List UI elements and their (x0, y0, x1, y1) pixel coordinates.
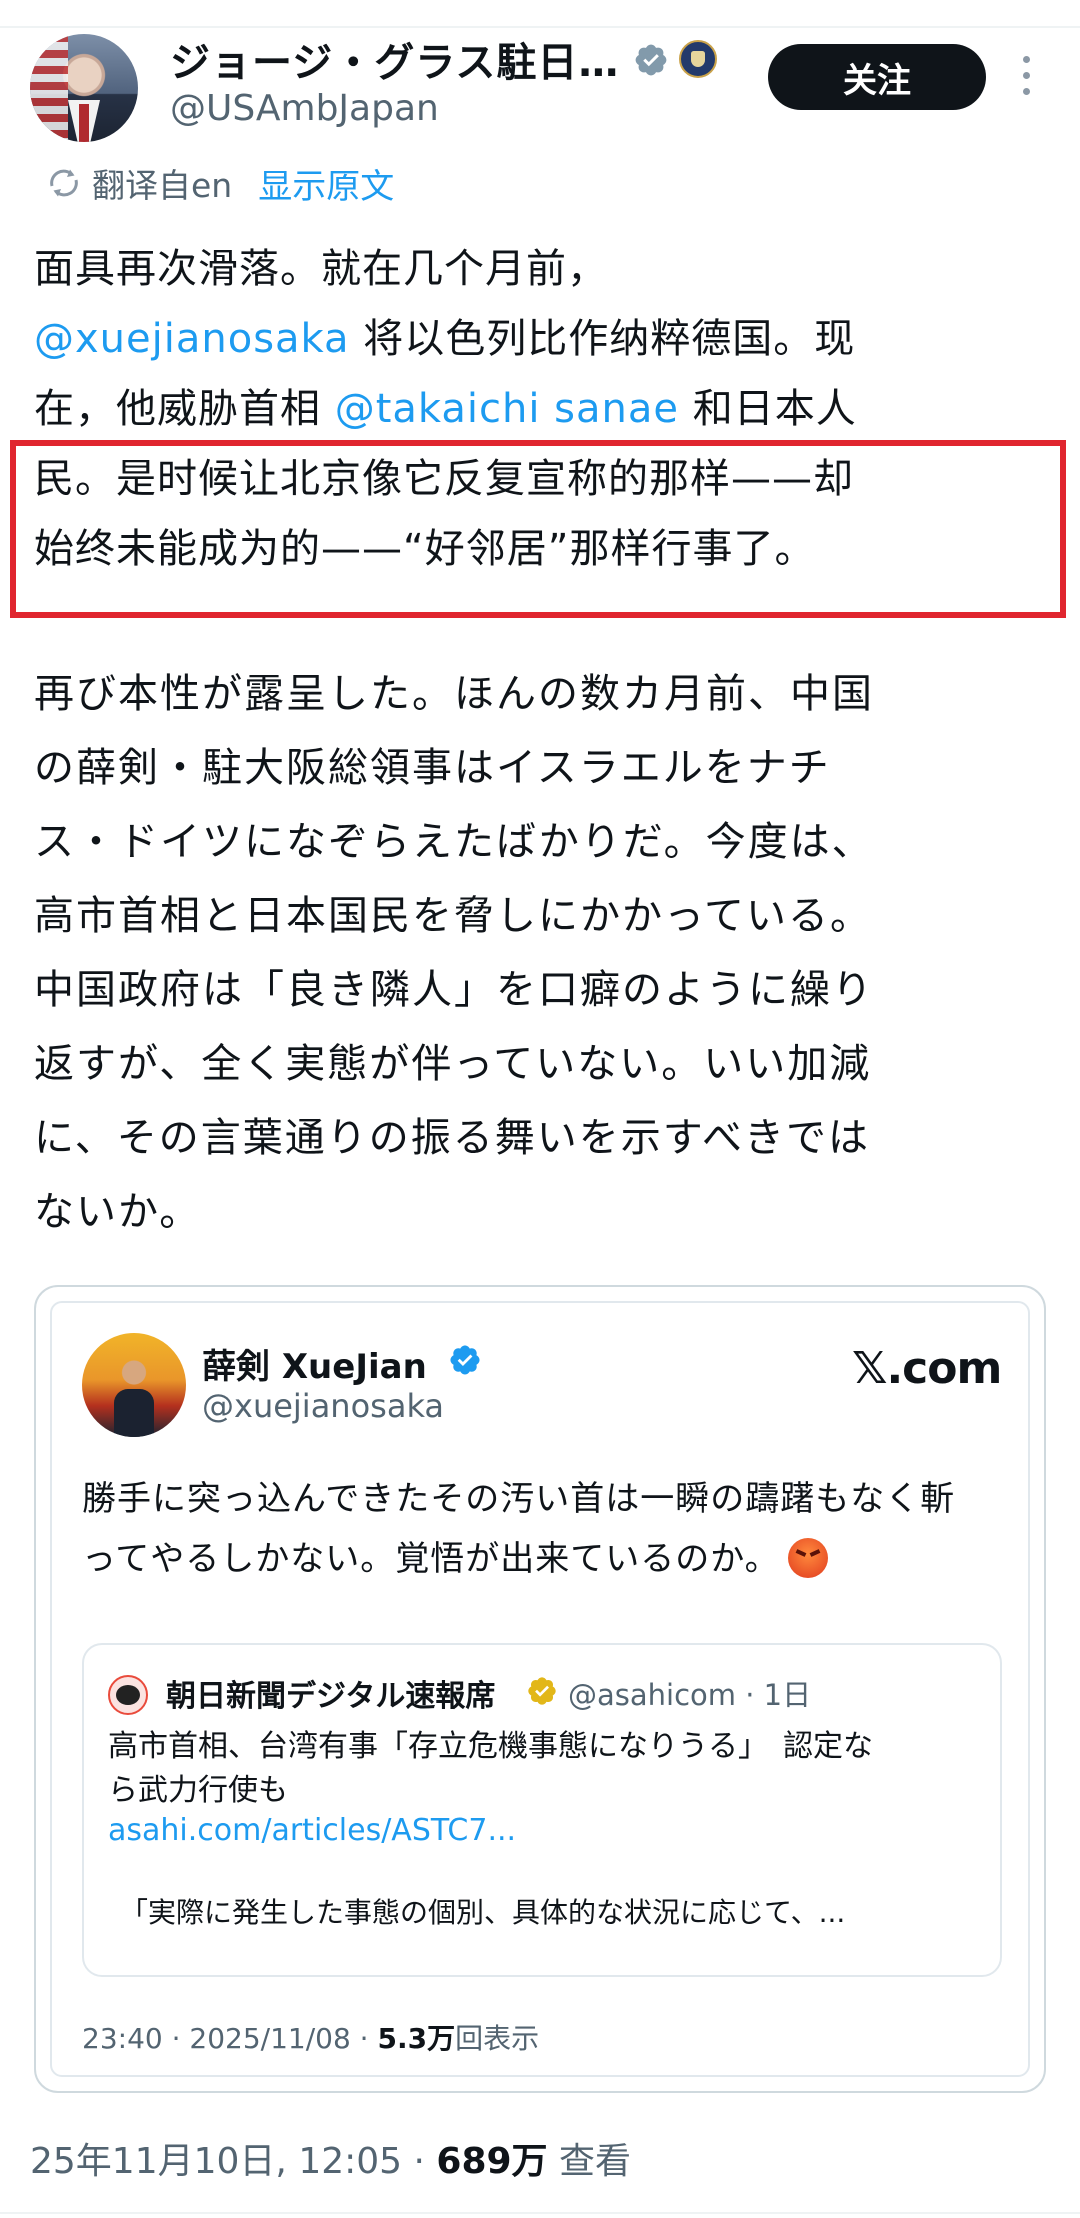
original-line: 返すが、全く実態が伴っていない。いい加減 (34, 1041, 872, 1087)
asahi-avatar (108, 1675, 148, 1715)
original-line: 中国政府は「良き隣人」を口癖のように繰り (34, 967, 874, 1013)
translated-from-label: 翻译自en (92, 166, 233, 205)
embedded-tweet-screenshot: 薛剣 XueJian @xuejianosaka 𝕏.com 勝手に突っ込んでき… (50, 1301, 1030, 2077)
embedded-image[interactable]: 薛剣 XueJian @xuejianosaka 𝕏.com 勝手に突っ込んでき… (34, 1285, 1046, 2093)
top-divider (0, 26, 1080, 28)
translate-icon (50, 169, 78, 197)
original-line: ス・ドイツになぞらえたばかりだ。今度は、 (34, 819, 874, 865)
tweet-line: 面具再次滑落。就在几个月前， (34, 246, 608, 292)
asahi-article-link: asahi.com/articles/ASTC7... (108, 1813, 517, 1848)
embedded-tweet-meta: 23:40 · 2025/11/08 · 5.3万回表示 (82, 2022, 540, 2055)
bottom-divider (0, 2212, 1080, 2214)
original-tweet-text: 再び本性が露呈した。ほんの数カ月前、中国 の薛剣・駐大阪総領事はイスラエルをナチ… (34, 657, 1044, 1249)
asahi-handle-time: @asahicom · 1日 (568, 1678, 812, 1712)
mention-takaichi-sanae[interactable]: @takaichi sanae (335, 386, 679, 432)
xuejian-text-line: 勝手に突っ込んできたその汚い首は一瞬の躊躇もなく斬 (82, 1479, 956, 1519)
tweet-timestamp[interactable]: 25年11月10日, 12:05 · (30, 2141, 436, 2182)
xuejian-tweet-text: 勝手に突っ込んできたその汚い首は一瞬の躊躇もなく斬 ってやるしかない。覚悟が出来… (82, 1469, 1012, 1589)
quoted-tweet: 朝日新聞デジタル速報席 @asahicom · 1日 高市首相、台湾有事「存立危… (82, 1643, 1002, 1977)
red-highlight-box (10, 440, 1066, 618)
translation-bar: 翻译自en 显示原文 (46, 159, 394, 208)
angry-face-emoji-icon (787, 1538, 828, 1578)
author-display-name[interactable]: ジョージ・グラス駐日… (170, 30, 619, 88)
asahi-name: 朝日新聞デジタル速報席 (166, 1679, 496, 1714)
tweet-line: @xuejianosaka 将以色列比作纳粹德国。现 (34, 316, 856, 362)
avatar-flag (30, 34, 68, 142)
tweet-timestamp-views: 25年11月10日, 12:05 · 689万 查看 (30, 2132, 631, 2184)
original-line: 再び本性が露呈した。ほんの数カ月前、中国 (34, 671, 874, 717)
asahi-headline-line: ら武力行使も (108, 1773, 288, 1808)
author-avatar[interactable] (30, 34, 138, 142)
asahi-headline: 高市首相、台湾有事「存立危機事態になりうる」 認定な ら武力行使も (108, 1725, 988, 1813)
tweet-line: 在，他威胁首相 @takaichi sanae 和日本人 (34, 386, 857, 432)
x-com-logo: 𝕏.com (852, 1343, 1002, 1394)
verified-badge-icon (450, 1345, 480, 1375)
follow-button[interactable]: 关注 (768, 44, 986, 110)
xuejian-handle: @xuejianosaka (202, 1387, 445, 1425)
xuejian-name: 薛剣 XueJian (202, 1347, 427, 1387)
verified-badge-icon (635, 44, 667, 76)
views-label: 查看 (547, 2141, 631, 2182)
asahi-excerpt: 「実際に発生した事態の個別、具体的な状況に応じて、... (120, 1896, 846, 1929)
xuejian-text-line: ってやるしかない。覚悟が出来ているのか。 (82, 1529, 1012, 1589)
asahi-headline-line: 高市首相、台湾有事「存立危機事態になりうる」 認定な (108, 1729, 873, 1764)
state-dept-seal-icon (679, 40, 717, 78)
verified-badge-icon (528, 1677, 556, 1705)
original-line: 高市首相と日本国民を脅しにかかっている。 (34, 893, 872, 939)
more-options-icon[interactable] (1018, 56, 1034, 98)
original-line: の薛剣・駐大阪総領事はイスラエルをナチ (34, 745, 831, 791)
mention-xuejianosaka[interactable]: @xuejianosaka (34, 316, 350, 362)
xuejian-avatar (82, 1333, 186, 1437)
author-handle[interactable]: @USAmbJapan (170, 88, 439, 129)
avatar-tie (79, 104, 89, 142)
original-line: ないか。 (34, 1189, 202, 1235)
views-count: 689万 (436, 2141, 548, 2182)
original-line: に、その言葉通りの振る舞いを示すべきでは (34, 1115, 870, 1161)
show-original-link[interactable]: 显示原文 (258, 159, 394, 208)
